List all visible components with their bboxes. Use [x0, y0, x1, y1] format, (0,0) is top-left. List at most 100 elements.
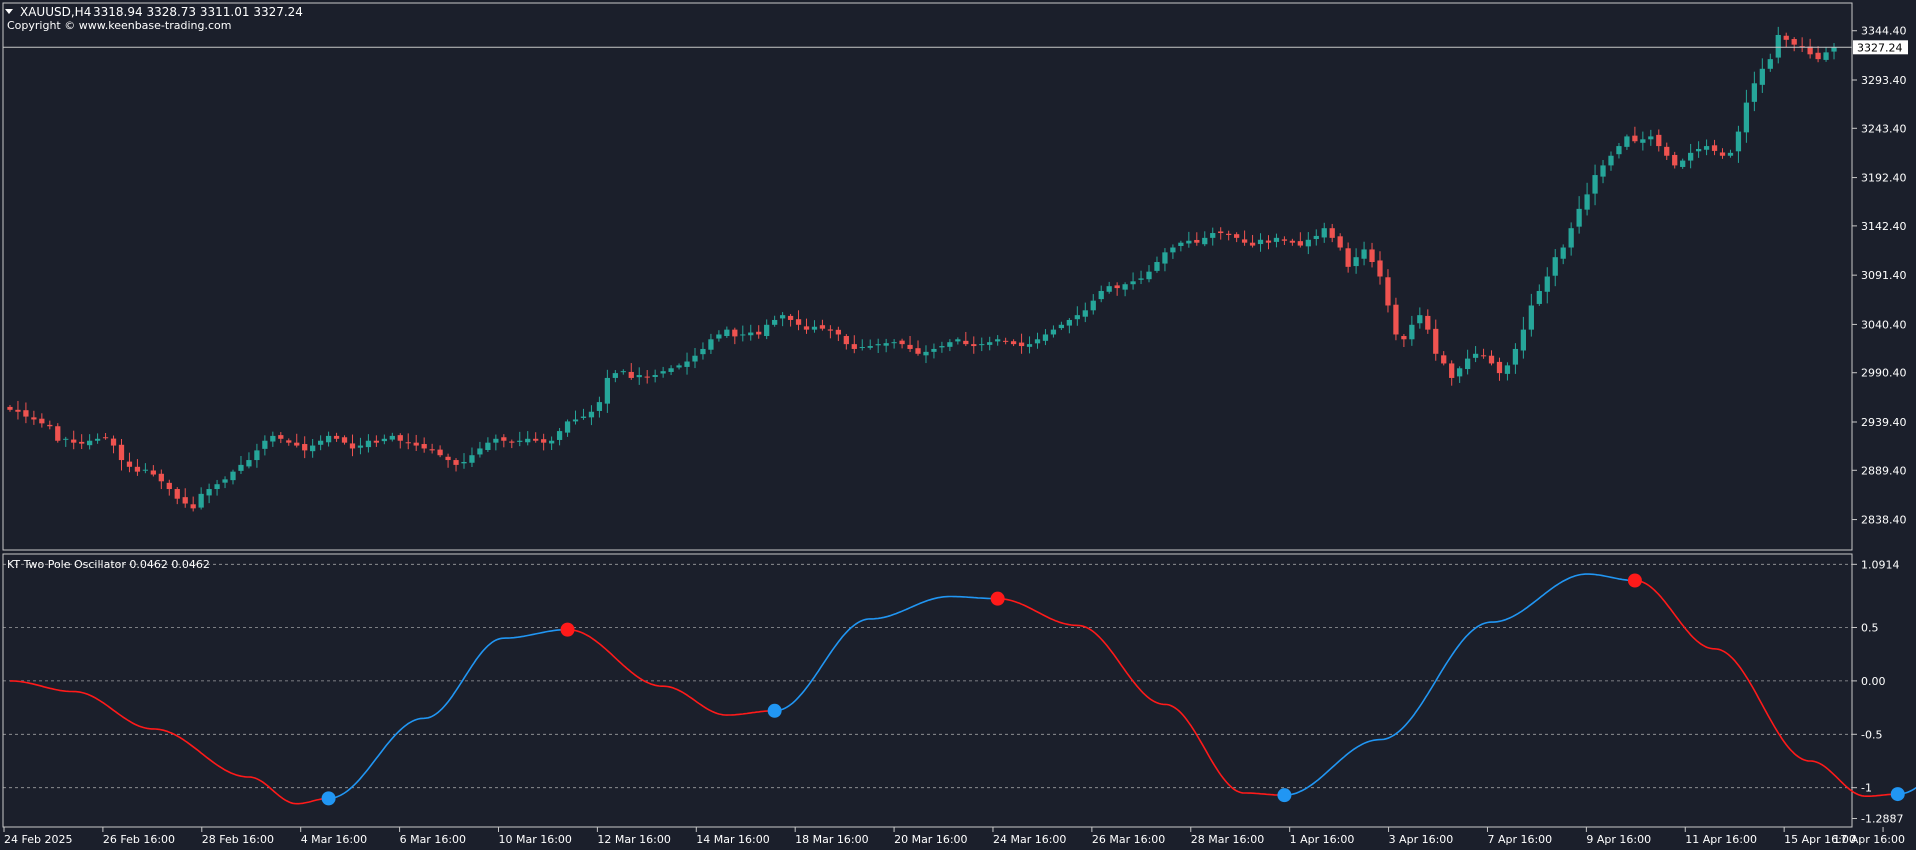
- candle-body: [1202, 237, 1208, 245]
- candle-body: [79, 441, 85, 444]
- candle-body: [1265, 240, 1272, 243]
- candle-body: [1369, 249, 1375, 263]
- price-tick-label: 3344.40: [1861, 25, 1907, 38]
- candle-body: [1791, 39, 1797, 45]
- time-tick-label: 9 Apr 16:00: [1586, 833, 1651, 846]
- candle-body: [341, 437, 348, 443]
- price-tick-label: 3243.40: [1861, 122, 1907, 135]
- candle-body: [1711, 145, 1718, 151]
- candle-body: [1560, 247, 1566, 259]
- candle-body: [1767, 59, 1773, 69]
- candle-body: [94, 438, 101, 441]
- candle-body: [772, 319, 778, 325]
- candle-body: [1831, 47, 1837, 52]
- candle-body: [588, 411, 595, 418]
- candle-body: [254, 450, 260, 461]
- candle-body: [294, 442, 300, 446]
- candle-body: [1162, 252, 1168, 264]
- candle-body: [1592, 175, 1598, 194]
- candle-body: [819, 325, 826, 329]
- candle-body: [787, 315, 794, 320]
- candle-body: [453, 460, 459, 465]
- candle-body: [1249, 242, 1256, 246]
- current-price-label: 3327.24: [1857, 41, 1903, 54]
- candle-body: [1018, 342, 1025, 347]
- candle-body: [1233, 234, 1240, 238]
- candle-body: [979, 344, 985, 346]
- candle-body: [548, 440, 555, 444]
- candle-body: [1624, 136, 1630, 147]
- candle-body: [1488, 355, 1495, 364]
- candle-body: [1449, 363, 1455, 378]
- time-tick-label: 28 Mar 16:00: [1191, 833, 1264, 846]
- time-tick-label: 12 Mar 16:00: [597, 833, 670, 846]
- sell-signal-dot: [560, 622, 575, 637]
- candle-body: [533, 438, 539, 441]
- candle-body: [1680, 160, 1686, 167]
- candle-body: [867, 346, 873, 348]
- candle-body: [732, 329, 738, 337]
- candle-body: [63, 438, 69, 440]
- candle-body: [1632, 135, 1638, 142]
- candle-body: [198, 493, 204, 508]
- candle-body: [1003, 340, 1009, 342]
- price-tick-label: 3293.40: [1861, 74, 1907, 87]
- time-tick-label: 26 Mar 16:00: [1092, 833, 1165, 846]
- candle-body: [1417, 315, 1423, 324]
- candle-body: [1026, 344, 1033, 347]
- oscillator-tick-label: -1: [1861, 782, 1872, 795]
- candle-body: [1034, 339, 1041, 344]
- symbol-label[interactable]: XAUUSD,H4: [20, 5, 91, 19]
- candle-body: [1464, 358, 1471, 370]
- candle-body: [1409, 324, 1415, 340]
- candle-body: [931, 348, 937, 352]
- candle-body: [238, 464, 244, 471]
- candle-body: [1042, 334, 1049, 341]
- time-tick-label: 11 Apr 16:00: [1685, 833, 1757, 846]
- time-tick-label: 24 Feb 2025: [4, 833, 72, 846]
- candle-body: [923, 351, 929, 356]
- candle-body: [1218, 231, 1224, 234]
- candle-body: [1457, 368, 1463, 377]
- candle-body: [461, 461, 467, 464]
- candle-body: [222, 479, 228, 483]
- buy-signal-dot: [321, 791, 336, 806]
- candle-body: [628, 371, 634, 378]
- chart-canvas: 3344.40 3293.40 3243.40 3192.40 3142.40 3091.…: [0, 0, 1916, 850]
- candle-body: [230, 471, 236, 481]
- candle-body: [1130, 281, 1136, 285]
- oscillator-tick-label: 0.5: [1861, 621, 1879, 634]
- candle-body: [1353, 257, 1359, 267]
- candle-body: [700, 348, 706, 355]
- candle-body: [190, 504, 196, 509]
- candle-body: [684, 361, 690, 367]
- candle-body: [1146, 271, 1152, 280]
- candle-body: [357, 445, 364, 448]
- candle-body: [1640, 139, 1646, 143]
- candle-body: [110, 438, 117, 446]
- candle-body: [1377, 260, 1383, 277]
- candle-body: [1688, 152, 1694, 161]
- candle-body: [373, 440, 380, 443]
- candle-body: [389, 435, 395, 440]
- candle-body: [477, 448, 483, 455]
- candle-body: [1504, 365, 1511, 374]
- candle-body: [1393, 304, 1399, 335]
- candle-body: [182, 497, 188, 504]
- candle-body: [676, 365, 682, 368]
- oscillator-title: KT Two Pole Oscillator 0.0462 0.0462: [7, 558, 210, 571]
- chart-background: [0, 0, 1916, 850]
- candle-body: [1122, 284, 1128, 290]
- candle-body: [1433, 328, 1439, 354]
- candle-body: [963, 340, 969, 345]
- oscillator-tick-label: 1.0914: [1861, 558, 1900, 571]
- candle-body: [47, 424, 53, 427]
- time-tick-label: 18 Mar 16:00: [795, 833, 868, 846]
- candle-body: [509, 441, 515, 443]
- candle-body: [525, 438, 531, 443]
- candle-body: [286, 440, 292, 443]
- candle-body: [445, 456, 451, 461]
- candle-body: [1138, 278, 1144, 280]
- candle-body: [1759, 68, 1765, 85]
- candle-body: [1783, 35, 1789, 40]
